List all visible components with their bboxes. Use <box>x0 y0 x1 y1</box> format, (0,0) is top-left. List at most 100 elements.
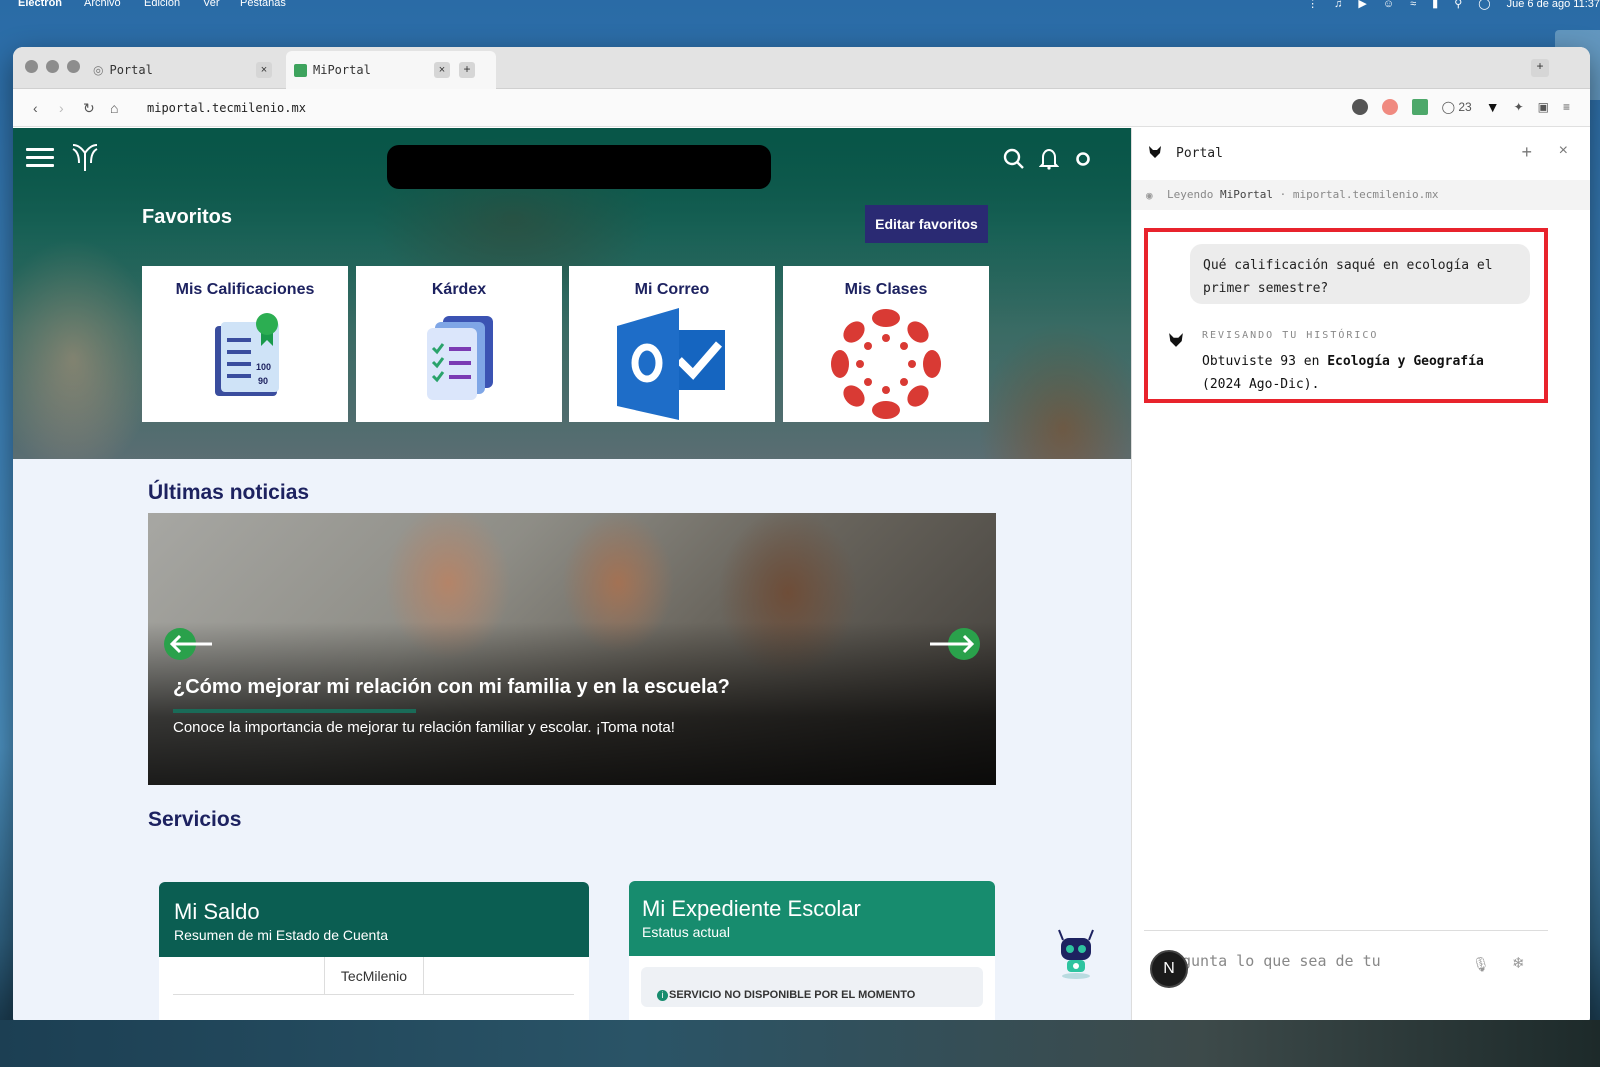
card-label: Mis Calificaciones <box>175 281 315 298</box>
user-icon[interactable]: ☺ <box>1383 0 1394 10</box>
canvas-extension-icon[interactable] <box>1381 99 1398 115</box>
blocker-count-value: 23 <box>1458 100 1472 114</box>
card-mi-correo[interactable]: Mi Correo <box>569 266 775 422</box>
close-tab-icon[interactable]: × <box>256 62 272 78</box>
info-icon: i <box>657 990 668 1001</box>
shield-extension-icon[interactable] <box>1351 99 1368 115</box>
back-icon[interactable]: ‹ <box>33 100 38 116</box>
checklist-icon <box>427 316 493 400</box>
saldo-header: Mi Saldo Resumen de mi Estado de Cuenta <box>159 882 589 957</box>
control-center-icon[interactable]: ⋮ <box>1307 0 1318 10</box>
news-shade <box>148 513 996 785</box>
menubar-clock[interactable]: Jue 6 de ago 11:37 <box>1507 0 1600 10</box>
address-bar: ‹ › ↻ ⌂ miportal.tecmilenio.mx ◯ 23 ▼ ✦ … <box>13 89 1590 127</box>
news-progress-bar <box>173 709 416 713</box>
microphone-icon[interactable]: 🎙 <box>1472 956 1490 973</box>
spotlight-icon[interactable]: ⚲ <box>1454 0 1462 10</box>
menu-pestanas[interactable]: Pestañas <box>240 0 286 9</box>
news-carousel[interactable]: ¿Cómo mejorar mi relación con mi familia… <box>148 513 996 785</box>
menu-archivo[interactable]: Archivo <box>84 0 121 9</box>
card-mis-calificaciones[interactable]: Mis Calificaciones 100 90 <box>142 266 348 422</box>
wifi-icon[interactable]: ≈ <box>1410 0 1416 10</box>
bell-icon[interactable] <box>1039 148 1059 170</box>
toggle-icon[interactable]: ◯ <box>1478 0 1490 10</box>
favorites-title: Favoritos <box>142 206 233 228</box>
reading-separator: · <box>1279 188 1287 201</box>
saldo-tab-line <box>173 994 324 995</box>
new-tab-button[interactable]: + <box>459 62 475 78</box>
tecmilenio-favicon-icon <box>294 63 307 77</box>
tab-overview-button[interactable]: + <box>1531 59 1549 77</box>
tab-label: MiPortal <box>313 63 371 77</box>
card-mi-expediente[interactable]: Mi Expediente Escolar Estatus actual i S… <box>629 881 995 1027</box>
card-label: Mi Correo <box>634 281 710 298</box>
user-message-bubble: Qué calificación saqué en ecología el pr… <box>1190 244 1530 304</box>
saldo-tab-tecmilenio[interactable]: TecMilenio <box>324 957 424 995</box>
chatbot-robot-icon[interactable] <box>1053 928 1099 980</box>
news-section-title: Últimas noticias <box>148 481 310 504</box>
card-kardex[interactable]: Kárdex <box>356 266 562 422</box>
profile-icon[interactable] <box>1075 151 1091 167</box>
sidebar-toggle-icon[interactable]: ▣ <box>1538 100 1549 114</box>
services-section-title: Servicios <box>148 808 242 831</box>
paw-icon[interactable]: ❄ <box>1512 954 1525 972</box>
play-icon[interactable]: ▶ <box>1358 0 1366 10</box>
expediente-subtitle: Estatus actual <box>642 924 730 940</box>
composer-input[interactable]: gunta lo que sea de tu <box>1182 952 1381 970</box>
close-window-button[interactable] <box>25 60 38 73</box>
user-avatar[interactable]: N <box>1150 950 1188 988</box>
arrow-right-icon <box>930 634 975 654</box>
desktop-wallpaper <box>0 1020 1600 1067</box>
grades-icon: 100 90 <box>215 313 279 396</box>
outlook-icon <box>617 308 725 420</box>
forward-icon[interactable]: › <box>59 100 64 116</box>
url-field[interactable]: miportal.tecmilenio.mx <box>147 101 306 115</box>
grades-90: 90 <box>258 376 268 386</box>
card-mi-saldo[interactable]: Mi Saldo Resumen de mi Estado de Cuenta … <box>159 882 589 1027</box>
answer-subject: Ecología y Geografía <box>1327 354 1484 369</box>
menu-icon[interactable]: ≡ <box>1563 100 1570 114</box>
pin-icon[interactable]: ✦ <box>1514 100 1524 114</box>
card-label: Kárdex <box>431 281 487 298</box>
menubar-tray: ⋮ ♫ ▶ ☺ ≈ ▮ ⚲ ◯ Jue 6 de ago 11:37 <box>1307 0 1600 10</box>
expediente-header: Mi Expediente Escolar Estatus actual <box>629 881 995 956</box>
minimize-window-button[interactable] <box>46 60 59 73</box>
close-tab-icon[interactable]: × <box>434 62 450 78</box>
sidepanel-title: Portal <box>1176 146 1223 161</box>
assistant-answer: Obtuviste 93 en Ecología y Geografía (20… <box>1202 350 1522 396</box>
composer-divider <box>1144 930 1548 931</box>
music-icon[interactable]: ♫ <box>1334 0 1342 10</box>
menubar-app-name[interactable]: Electron <box>18 0 62 9</box>
fox-extension-icon[interactable]: ▼ <box>1486 99 1500 115</box>
search-icon[interactable] <box>1003 148 1025 170</box>
tab-portal[interactable]: ◎ Portal × <box>93 51 293 89</box>
tecmilenio-logo-icon[interactable] <box>71 141 99 171</box>
saldo-title: Mi Saldo <box>174 899 260 924</box>
zoom-window-button[interactable] <box>67 60 80 73</box>
tecmilenio-extension-icon[interactable] <box>1411 99 1428 115</box>
close-sidepanel-button[interactable]: × <box>1559 142 1568 160</box>
tab-miportal[interactable]: MiPortal × + <box>286 51 496 89</box>
carousel-prev-button[interactable] <box>164 628 212 660</box>
redacted-search-bar[interactable] <box>387 145 771 189</box>
battery-icon[interactable]: ▮ <box>1432 0 1438 10</box>
news-headline[interactable]: ¿Cómo mejorar mi relación con mi familia… <box>173 676 730 699</box>
hamburger-menu-icon[interactable] <box>26 148 54 168</box>
new-chat-button[interactable]: + <box>1521 142 1532 163</box>
extensions-row: ◯ 23 ▼ ✦ ▣ ≡ <box>1351 99 1570 115</box>
blocker-count[interactable]: ◯ 23 <box>1442 100 1472 114</box>
fox-icon <box>1169 333 1183 347</box>
reload-icon[interactable]: ↻ <box>83 100 95 117</box>
menu-ver[interactable]: Ver <box>203 0 220 9</box>
menu-edicion[interactable]: Edición <box>144 0 180 9</box>
canvas-icon <box>831 309 941 419</box>
sidepanel-header: Portal + × <box>1132 128 1590 180</box>
carousel-next-button[interactable] <box>930 628 980 660</box>
reading-page: MiPortal <box>1219 188 1273 201</box>
card-mis-clases[interactable]: Mis Clases <box>783 266 989 422</box>
news-subtitle: Conoce la importancia de mejorar tu rela… <box>173 719 675 736</box>
expediente-status-box: i SERVICIO NO DISPONIBLE POR EL MOMENTO <box>641 967 983 1007</box>
home-icon[interactable]: ⌂ <box>110 100 118 116</box>
expediente-status-message: SERVICIO NO DISPONIBLE POR EL MOMENTO <box>669 989 916 1001</box>
edit-favorites-button[interactable]: Editar favoritos <box>865 205 988 243</box>
